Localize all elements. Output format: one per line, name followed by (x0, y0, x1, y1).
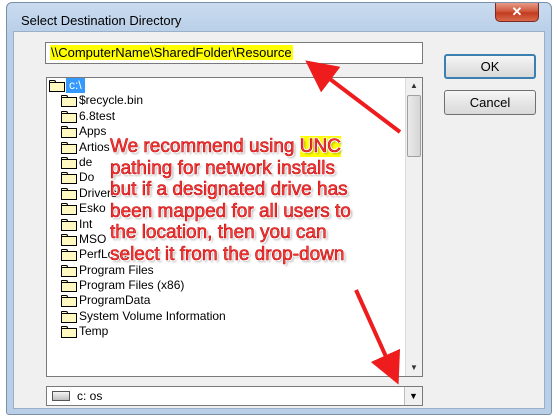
close-icon: ✕ (511, 4, 523, 19)
folder-item-label: Apps (79, 124, 107, 139)
folder-icon (61, 249, 77, 262)
folder-icon (61, 187, 77, 200)
hard-drive-icon (52, 391, 70, 401)
destination-path-input[interactable]: \\ComputerName\SharedFolder\Resource (45, 42, 423, 64)
annotation-line-3: but if a designated drive has (110, 179, 348, 201)
annotation-line-6: select it from the drop-down (110, 243, 345, 266)
folder-item-label: Temp (79, 324, 109, 339)
folder-item[interactable]: ProgramData (47, 293, 404, 308)
annotation-line-2: pathing for network installs (110, 157, 336, 179)
annotation-callout: We recommend using UNC pathing for netwo… (110, 136, 450, 266)
folder-item[interactable]: Program Files (x86) (47, 278, 404, 293)
dialog-title: Select Destination Directory (21, 13, 182, 28)
drive-select-dropdown[interactable]: c: os ▼ (46, 386, 423, 406)
folder-item[interactable]: Temp (47, 324, 404, 339)
folder-item-label: ProgramData (79, 293, 151, 308)
path-input-value: \\ComputerName\SharedFolder\Resource (50, 45, 293, 60)
drive-selected-value: c: os (77, 389, 103, 403)
folder-item[interactable]: System Volume Information (47, 309, 404, 324)
folder-icon (61, 156, 77, 169)
folder-icon (61, 172, 77, 185)
folder-icon (61, 280, 77, 293)
scroll-down-arrow-icon[interactable]: ▼ (406, 360, 422, 376)
close-button[interactable]: ✕ (495, 3, 539, 22)
folder-icon (61, 264, 77, 277)
folder-icon (61, 203, 77, 216)
folder-root-label: c:\ (66, 78, 85, 93)
folder-icon (61, 326, 77, 339)
folder-icon (61, 218, 77, 231)
folder-icon (61, 141, 77, 154)
folder-item-label: Program Files (x86) (79, 278, 185, 293)
folder-item-label: Do (79, 170, 95, 185)
folder-item[interactable]: 6.8test (47, 109, 404, 124)
folder-item-label: MSO (79, 231, 107, 246)
annotation-line-5: the location, then you can (110, 222, 327, 244)
folder-item[interactable]: $recycle.bin (47, 93, 404, 108)
ok-button[interactable]: OK (444, 54, 536, 79)
open-folder-icon (49, 80, 65, 92)
folder-item-label: System Volume Information (79, 308, 226, 323)
folder-item-label: $recycle.bin (79, 93, 144, 108)
folder-item-label: Esko (79, 201, 106, 216)
folder-icon (61, 310, 77, 323)
scroll-up-arrow-icon[interactable]: ▲ (406, 78, 422, 94)
folder-icon (61, 295, 77, 308)
folder-item-label: 6.8test (79, 108, 116, 123)
folder-item-label: de (79, 154, 93, 169)
annotation-line-4: been mapped for all users to (110, 200, 351, 222)
folder-icon (61, 126, 77, 139)
folder-icon (61, 233, 77, 246)
folder-icon (61, 95, 77, 108)
folder-item-label: Int (79, 216, 93, 231)
annotation-highlight-unc: UNC (299, 136, 341, 158)
chevron-down-icon[interactable]: ▼ (404, 387, 422, 405)
folder-root-item[interactable]: c:\ (47, 78, 404, 93)
folder-icon (61, 110, 77, 123)
cancel-button[interactable]: Cancel (444, 90, 536, 115)
annotation-line-1: We recommend using UNC (110, 136, 342, 158)
folder-item-label: Artios (79, 139, 110, 154)
